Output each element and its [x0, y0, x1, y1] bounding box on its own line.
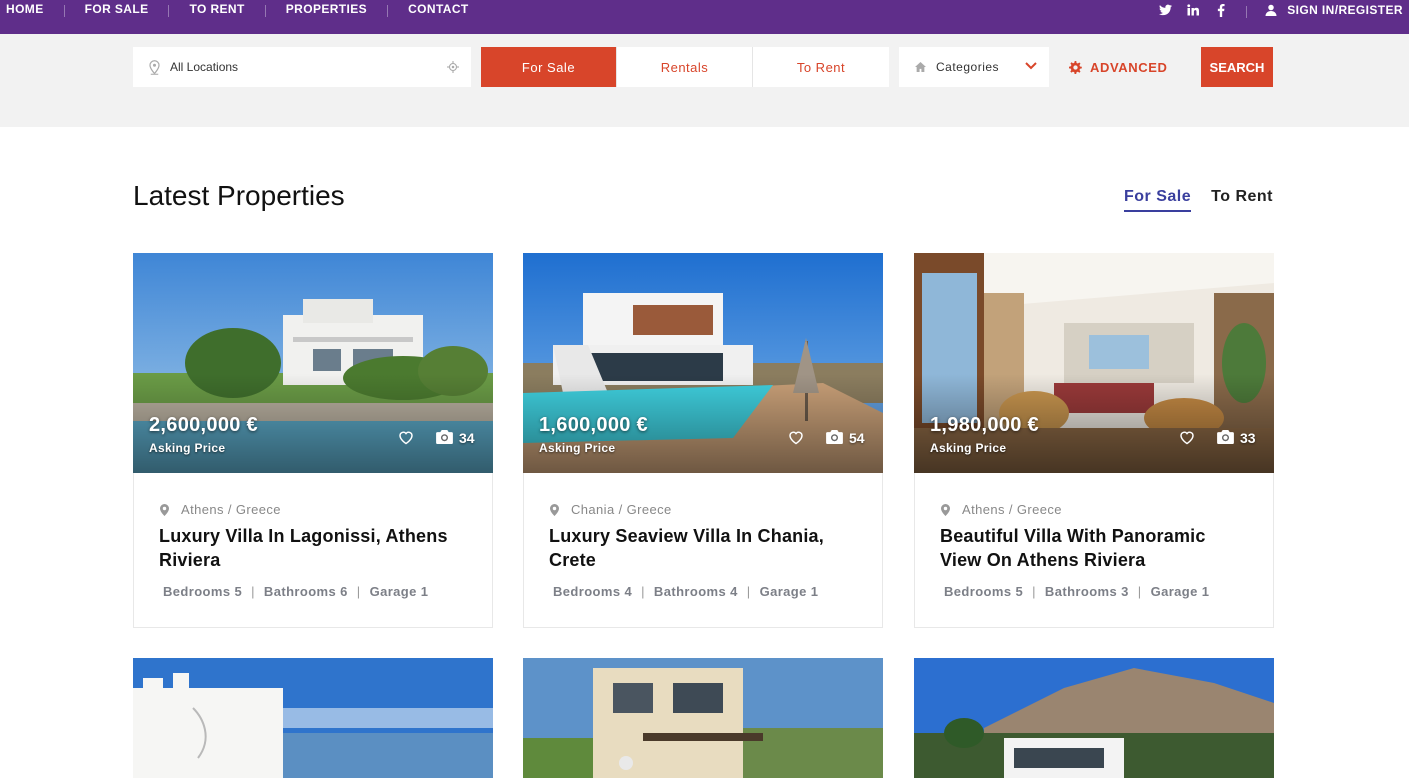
nav-divider [264, 5, 266, 17]
property-title[interactable]: Luxury Villa In Lagonissi, Athens Rivier… [159, 524, 469, 572]
property-location: Chania / Greece [550, 502, 672, 517]
property-price: 2,600,000 € [149, 414, 258, 436]
map-pin-icon [149, 59, 160, 75]
camera-icon [436, 430, 453, 444]
property-specs: Bedrooms 5 | Bathrooms 6 | Garage 1 [163, 584, 428, 599]
nav-contact[interactable]: CONTACT [408, 0, 469, 16]
property-card[interactable]: 1,980,000 € Asking Price 33 Athens / Gre… [914, 253, 1274, 628]
spec-divider: | [746, 584, 751, 599]
tab-to-rent[interactable]: To Rent [1211, 188, 1273, 212]
advanced-search-toggle[interactable]: ADVANCED [1069, 47, 1168, 87]
tab-for-sale[interactable]: For Sale [1124, 188, 1192, 212]
nav-divider [63, 5, 65, 17]
bedrooms: Bedrooms 5 [944, 584, 1024, 599]
property-price: 1,980,000 € [930, 414, 1039, 436]
price-label: Asking Price [930, 441, 1007, 455]
categories-label: Categories [936, 60, 1000, 74]
social-links [1158, 0, 1228, 20]
divider [1246, 6, 1248, 18]
property-photo[interactable] [133, 658, 493, 778]
listing-type-switch: For Sale Rentals To Rent [481, 47, 889, 87]
gear-icon [1069, 60, 1082, 74]
spec-divider: | [251, 584, 255, 599]
search-button[interactable]: SEARCH [1201, 47, 1273, 87]
property-card[interactable]: 2,600,000 € Asking Price 34 Athens / Gre… [133, 253, 493, 628]
top-right-area: SIGN IN/REGISTER [1158, 0, 1409, 34]
sign-in-label: SIGN IN/REGISTER [1287, 3, 1403, 17]
property-specs: Bedrooms 5 | Bathrooms 3 | Garage 1 [944, 584, 1209, 599]
facebook-icon[interactable] [1214, 4, 1228, 20]
nav-divider [387, 5, 389, 17]
price-label: Asking Price [149, 441, 226, 455]
property-specs: Bedrooms 4 | Bathrooms 4 | Garage 1 [553, 584, 818, 599]
bedrooms: Bedrooms 5 [163, 584, 243, 599]
location-text: Athens / Greece [962, 502, 1062, 517]
sign-in-link[interactable]: SIGN IN/REGISTER [1265, 0, 1409, 17]
nav-home[interactable]: HOME [6, 0, 44, 16]
bathrooms: Bathrooms 6 [263, 584, 348, 599]
property-location: Athens / Greece [160, 502, 281, 517]
photo-count: 54 [849, 430, 865, 446]
spec-divider: | [356, 584, 361, 599]
categories-dropdown[interactable]: Categories [899, 47, 1049, 87]
location-input[interactable] [170, 60, 430, 74]
bathrooms: Bathrooms 3 [1044, 584, 1129, 599]
property-photo[interactable] [914, 658, 1274, 778]
property-location: Athens / Greece [941, 502, 1062, 517]
nav-to-rent[interactable]: TO RENT [189, 0, 244, 16]
spec-divider: | [1137, 584, 1142, 599]
camera-icon [826, 430, 843, 444]
spec-divider: | [1032, 584, 1036, 599]
property-price: 1,600,000 € [539, 414, 648, 436]
price-label: Asking Price [539, 441, 616, 455]
segment-rentals[interactable]: Rentals [617, 47, 753, 87]
locate-me-icon[interactable] [447, 61, 459, 73]
property-title[interactable]: Beautiful Villa With Panoramic View On A… [940, 524, 1250, 572]
location-field[interactable] [133, 47, 471, 87]
map-pin-icon [941, 503, 950, 516]
garage: Garage 1 [1150, 584, 1210, 599]
location-text: Athens / Greece [181, 502, 281, 517]
nav-for-sale[interactable]: FOR SALE [85, 0, 149, 16]
section-tabs: For Sale To Rent [1124, 188, 1273, 212]
bathrooms: Bathrooms 4 [653, 584, 738, 599]
garage: Garage 1 [759, 584, 819, 599]
heart-icon[interactable] [788, 430, 804, 445]
segment-for-sale[interactable]: For Sale [481, 47, 617, 87]
heart-icon[interactable] [1179, 430, 1195, 445]
spec-divider: | [641, 584, 645, 599]
linkedin-icon[interactable] [1186, 4, 1200, 20]
chevron-down-icon [1025, 62, 1037, 70]
segment-to-rent[interactable]: To Rent [753, 47, 889, 87]
photo-count: 33 [1240, 430, 1256, 446]
section-title: Latest Properties [133, 180, 345, 211]
location-text: Chania / Greece [571, 502, 672, 517]
user-icon [1265, 4, 1277, 16]
top-navigation-bar: HOME FOR SALE TO RENT PROPERTIES CONTACT… [0, 0, 1409, 34]
twitter-icon[interactable] [1158, 4, 1172, 20]
home-icon [915, 62, 926, 72]
advanced-label: ADVANCED [1090, 59, 1168, 75]
nav-divider [168, 5, 170, 17]
heart-icon[interactable] [398, 430, 414, 445]
photo-count: 34 [459, 430, 475, 446]
bedrooms: Bedrooms 4 [553, 584, 633, 599]
property-title[interactable]: Luxury Seaview Villa In Chania, Crete [549, 524, 859, 572]
map-pin-icon [550, 503, 559, 516]
main-menu: HOME FOR SALE TO RENT PROPERTIES CONTACT [0, 0, 469, 34]
map-pin-icon [160, 503, 169, 516]
garage: Garage 1 [369, 584, 429, 599]
search-panel: For Sale Rentals To Rent Categories ADVA… [0, 34, 1409, 127]
property-photo[interactable] [523, 658, 883, 778]
camera-icon [1217, 430, 1234, 444]
property-card[interactable]: 1,600,000 € Asking Price 54 Chania / Gre… [523, 253, 883, 628]
nav-properties[interactable]: PROPERTIES [286, 0, 367, 16]
